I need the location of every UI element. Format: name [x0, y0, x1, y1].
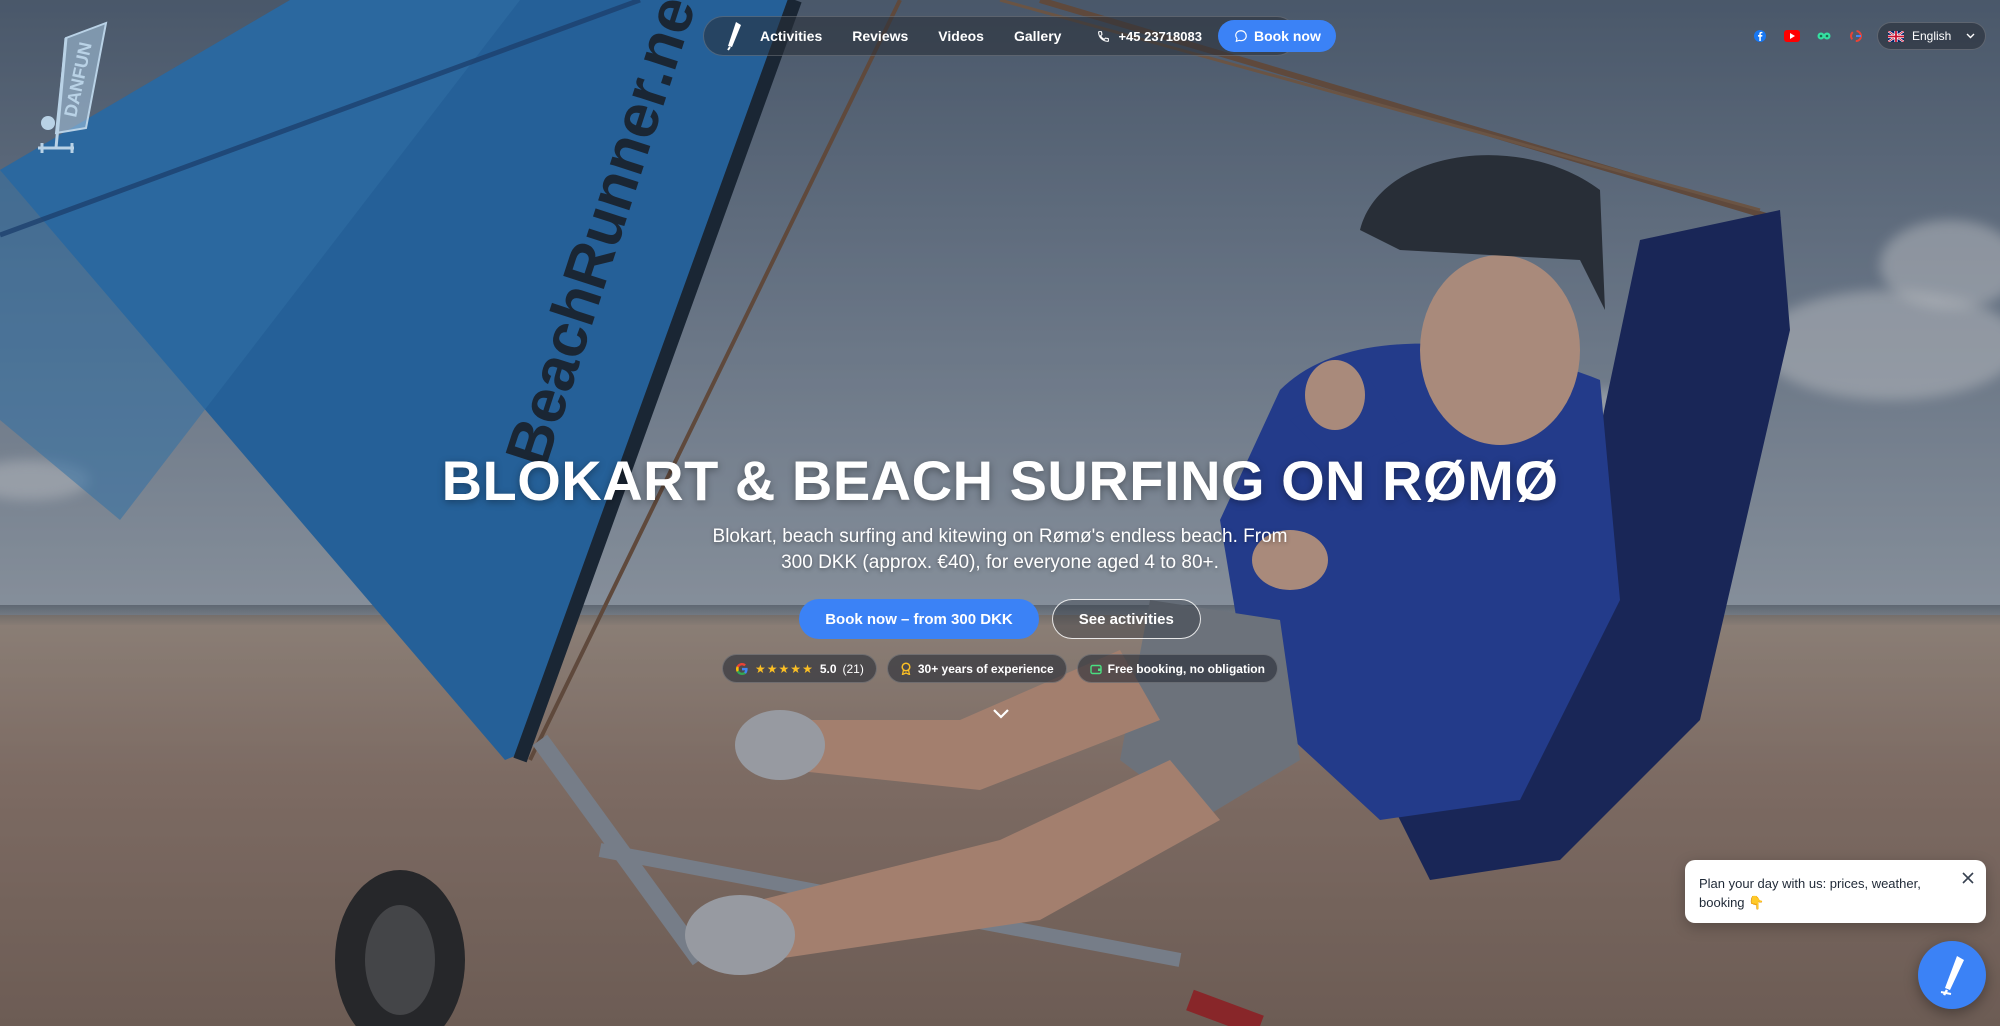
rating-value: 5.0: [819, 661, 837, 676]
facebook-icon[interactable]: [1751, 29, 1769, 43]
chat-icon: [1235, 30, 1247, 43]
language-label: English: [1912, 29, 1952, 43]
free-booking-text: Free booking, no obligation: [1107, 661, 1265, 676]
google-icon[interactable]: [1847, 29, 1865, 43]
youtube-icon[interactable]: [1783, 29, 1801, 43]
nav-book-button[interactable]: Book now: [1217, 20, 1336, 52]
experience-badge: 30+ years of experience: [886, 654, 1067, 683]
language-selector[interactable]: English: [1877, 22, 1986, 50]
experience-text: 30+ years of experience: [917, 661, 1054, 676]
chevron-down-icon: [1966, 33, 1975, 39]
uk-flag-icon: [1888, 30, 1904, 42]
scroll-down-chevron-icon[interactable]: [991, 703, 1011, 723]
rating-count: (21): [842, 661, 864, 676]
chat-message: Plan your day with us: prices, weather, …: [1699, 876, 1921, 910]
social-links: [1751, 29, 1865, 43]
google-g-icon: [736, 662, 748, 675]
book-now-cta-button[interactable]: Book now – from 300 DKK: [799, 599, 1039, 639]
rating-stars: ★★★★★: [755, 661, 814, 676]
phone-icon: [1098, 30, 1110, 42]
nav-link-reviews[interactable]: Reviews: [852, 28, 908, 44]
free-booking-badge: Free booking, no obligation: [1076, 654, 1278, 683]
nav-link-gallery[interactable]: Gallery: [1014, 28, 1061, 44]
phone-link[interactable]: +45 23718083: [1097, 29, 1202, 44]
close-icon[interactable]: [1960, 870, 1976, 886]
chat-popup: Plan your day with us: prices, weather, …: [1685, 860, 1986, 923]
nav-book-label: Book now: [1253, 28, 1321, 44]
tripadvisor-icon[interactable]: [1815, 29, 1833, 43]
cta-row: Book now – from 300 DKK See activities: [0, 599, 2000, 639]
nav-link-videos[interactable]: Videos: [938, 28, 984, 44]
danfun-logo[interactable]: DANFUN: [26, 18, 118, 166]
kitewing-chat-icon: [1940, 956, 1964, 996]
logo-icon: DANFUN: [38, 21, 108, 153]
hero-subtitle: Blokart, beach surfing and kitewing on R…: [712, 526, 1288, 573]
nav-logo-icon[interactable]: [724, 21, 742, 51]
chat-launcher-button[interactable]: [1918, 941, 1986, 1009]
trust-badges: ★★★★★ 5.0 (21) 30+ years of experience F…: [0, 654, 2000, 683]
award-icon: [901, 662, 911, 675]
google-rating-badge[interactable]: ★★★★★ 5.0 (21): [722, 654, 877, 683]
top-nav: Activities Reviews Videos Gallery +45 23…: [703, 16, 1336, 56]
phone-number: +45 23718083: [1118, 28, 1202, 44]
see-activities-button[interactable]: See activities: [1051, 599, 1201, 639]
hero-title: BLOKART & BEACH SURFING ON RØMØ: [441, 449, 1559, 512]
nav-link-activities[interactable]: Activities: [760, 28, 822, 44]
wallet-icon: [1089, 664, 1102, 674]
